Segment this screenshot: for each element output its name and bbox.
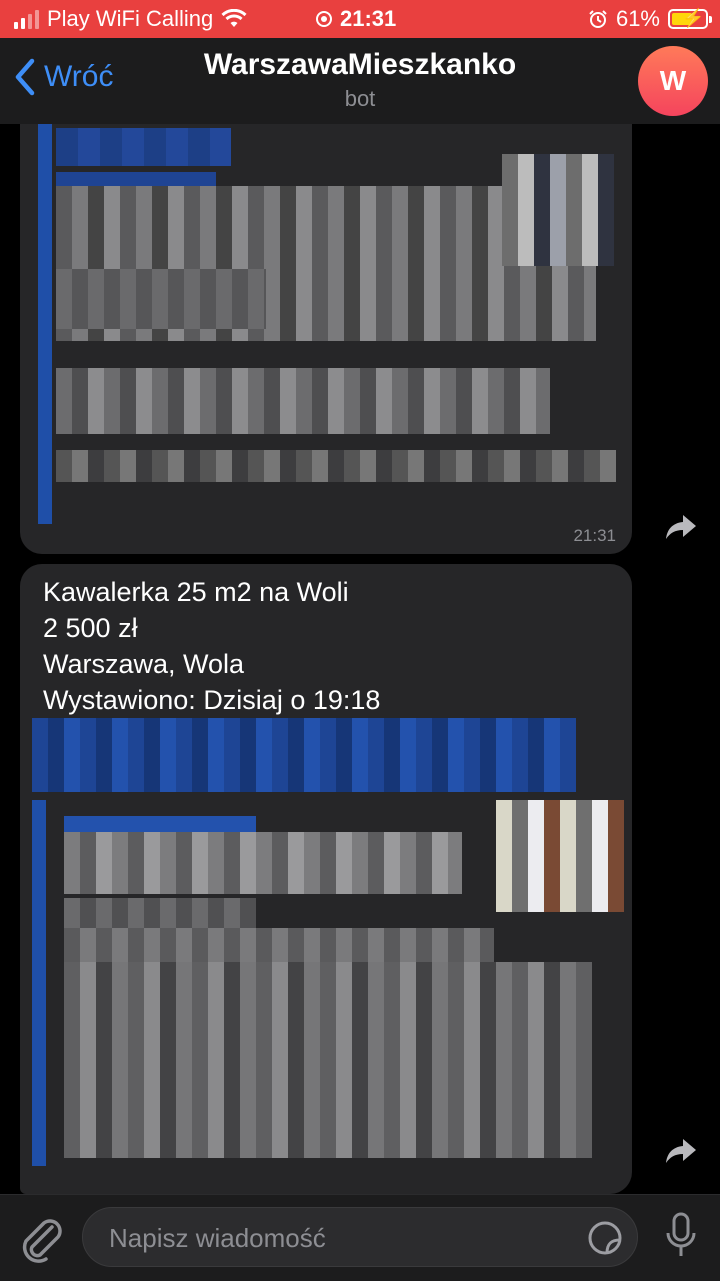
chat-header: Wróć WarszawaMieszkanko bot W [0,38,720,125]
pixelated-preview-thumbnail [496,800,624,912]
pixelated-preview-text [64,962,592,1158]
sticker-icon[interactable] [587,1220,623,1256]
link-preview-accent [32,800,46,1166]
pixelated-preview-thumbnail [502,154,614,266]
pixelated-preview-title [64,816,256,832]
listing-location: Warszawa, Wola [43,649,245,679]
microphone-icon[interactable] [664,1211,698,1261]
pixelated-preview-text [56,172,216,186]
battery-percent: 61% [615,6,660,31]
carrier-label: Play WiFi Calling [47,6,214,31]
message-text: Kawalerka 25 m2 na Woli 2 500 zł Warszaw… [43,574,380,718]
pixelated-preview-text [64,832,462,894]
share-arrow-icon[interactable] [664,512,698,542]
composer-bar [0,1194,720,1281]
message-time: 21:31 [573,526,616,545]
chat-title[interactable]: WarszawaMieszkanko [0,48,720,82]
battery-icon: ⚡ [668,8,712,29]
alarm-icon [589,10,607,28]
message-list[interactable]: 21:31 Kawalerka 25 m2 na Woli 2 500 zł W… [0,124,720,1194]
listing-price: 2 500 zł [43,613,138,643]
pixelated-link[interactable] [32,718,576,792]
status-bar: Play WiFi Calling 21:31 61% ⚡ [0,0,720,38]
share-arrow-icon[interactable] [664,1136,698,1166]
pixelated-preview-text [56,269,266,329]
clock: 21:31 [340,6,397,31]
pixelated-preview-text [64,928,494,962]
message-bubble[interactable]: 21:31 [20,124,632,554]
listing-title: Kawalerka 25 m2 na Woli [43,577,349,607]
message-bubble[interactable]: Kawalerka 25 m2 na Woli 2 500 zł Warszaw… [20,564,632,1194]
avatar[interactable]: W [638,46,708,116]
paperclip-icon[interactable] [18,1213,64,1263]
message-field[interactable] [82,1207,638,1268]
wifi-icon [221,9,247,27]
message-input[interactable] [107,1208,571,1268]
pixelated-preview-title [56,128,231,166]
listing-posted: Wystawiono: Dzisiaj o 19:18 [43,685,381,715]
pixelated-preview-text [56,450,616,482]
screen-recording-icon [316,11,332,27]
pixelated-preview-text [56,368,550,434]
chat-subtitle: bot [344,86,376,111]
signal-icon [14,9,39,29]
link-preview-accent [38,124,52,524]
